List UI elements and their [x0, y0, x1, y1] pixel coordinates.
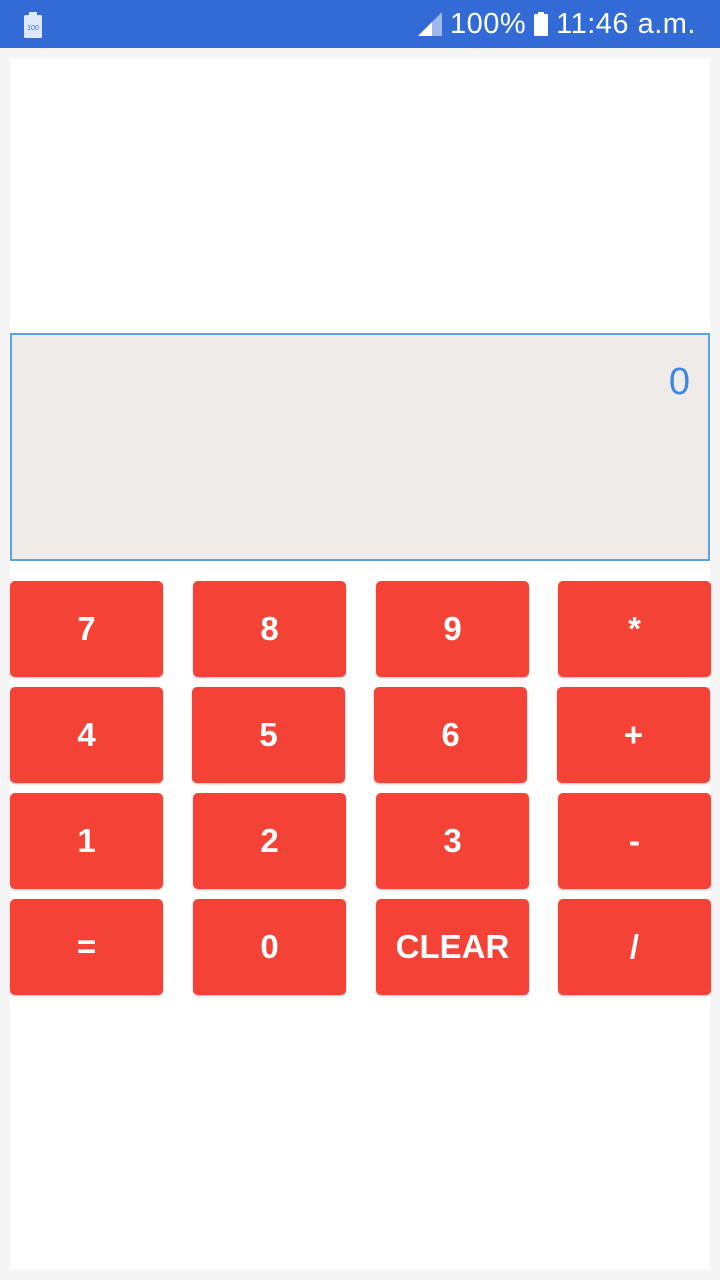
- result-display: 0: [10, 333, 710, 561]
- key-2[interactable]: 2: [193, 793, 346, 889]
- battery-saver-icon: 100: [24, 12, 42, 38]
- key-0[interactable]: 0: [193, 899, 346, 995]
- key-6[interactable]: 6: [374, 687, 527, 783]
- calculator-app: 0 7 8 9 * 4 5 6 + 1 2 3 - = 0 CLEAR /: [10, 58, 711, 1270]
- key-8[interactable]: 8: [193, 581, 346, 677]
- key-3[interactable]: 3: [376, 793, 529, 889]
- key-7[interactable]: 7: [10, 581, 163, 677]
- key-equals[interactable]: =: [10, 899, 163, 995]
- key-multiply[interactable]: *: [558, 581, 711, 677]
- key-plus[interactable]: +: [557, 687, 710, 783]
- key-minus[interactable]: -: [558, 793, 711, 889]
- battery-icon: [534, 12, 549, 36]
- battery-saver-label: 100: [27, 25, 39, 32]
- status-bar-right: 100% 11:46 a.m.: [417, 0, 696, 48]
- key-1[interactable]: 1: [10, 793, 163, 889]
- battery-percent: 100%: [449, 7, 527, 40]
- status-bar: 100 100% 11:46 a.m.: [0, 0, 720, 48]
- key-4[interactable]: 4: [10, 687, 163, 783]
- clock: 11:46 a.m.: [556, 7, 696, 40]
- key-9[interactable]: 9: [376, 581, 529, 677]
- signal-icon: [417, 12, 442, 36]
- display-value: 0: [668, 361, 690, 403]
- key-5[interactable]: 5: [192, 687, 345, 783]
- key-clear[interactable]: CLEAR: [376, 899, 529, 995]
- key-divide[interactable]: /: [558, 899, 711, 995]
